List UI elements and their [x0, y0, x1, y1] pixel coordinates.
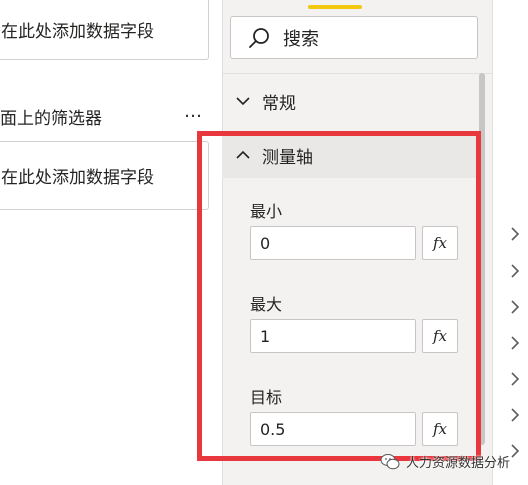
chevron-right-icon[interactable]	[508, 225, 522, 243]
section-general[interactable]: 常规	[222, 78, 477, 124]
chevron-right-icon[interactable]	[508, 370, 522, 388]
drop-zone-label: 在此处添加数据字段	[1, 21, 154, 42]
format-pane-scrollbar[interactable]	[479, 73, 485, 445]
chevron-up-icon	[236, 150, 250, 159]
pane-divider	[222, 73, 492, 74]
min-label: 最小	[250, 202, 283, 221]
min-fx-button[interactable]: fx	[422, 226, 458, 260]
target-input[interactable]: 0.5	[250, 412, 416, 446]
target-fx-button[interactable]: fx	[422, 412, 458, 446]
target-label: 目标	[250, 388, 283, 407]
active-tab-indicator	[308, 5, 362, 9]
chevron-right-icon[interactable]	[508, 334, 522, 352]
drop-zone-label-2: 在此处添加数据字段	[1, 168, 154, 188]
section-measure-axis[interactable]: 测量轴	[222, 132, 477, 178]
search-input[interactable]: 搜索	[230, 16, 478, 59]
max-input[interactable]: 1	[250, 319, 416, 353]
chevron-right-icon[interactable]	[508, 406, 522, 424]
max-fx-button[interactable]: fx	[422, 319, 458, 353]
chevron-right-icon[interactable]	[508, 262, 522, 280]
watermark-text: 人力资源数据分析	[406, 456, 511, 471]
wechat-icon	[380, 453, 400, 469]
chevron-right-icon[interactable]	[508, 442, 522, 460]
search-placeholder: 搜索	[283, 28, 319, 50]
min-input[interactable]: 0	[250, 226, 416, 260]
add-data-field-drop-zone[interactable]: 在此处添加数据字段	[0, 0, 209, 60]
chevron-down-icon	[236, 97, 250, 106]
filters-section-title: 面上的筛选器	[0, 109, 102, 129]
watermark: 人力资源数据分析	[380, 452, 510, 471]
section-general-label: 常规	[262, 93, 296, 114]
more-options-button[interactable]: …	[184, 101, 203, 122]
max-label: 最大	[250, 295, 283, 314]
target-value: 0.5	[260, 419, 286, 439]
min-value: 0	[260, 233, 271, 253]
add-data-field-drop-zone-2[interactable]: 在此处添加数据字段	[0, 141, 209, 210]
search-icon	[249, 27, 269, 48]
max-value: 1	[260, 326, 271, 346]
chevron-right-icon[interactable]	[508, 298, 522, 316]
section-measure-axis-label: 测量轴	[262, 147, 313, 168]
filters-pane: 在此处添加数据字段 面上的筛选器 … 在此处添加数据字段	[0, 0, 222, 485]
